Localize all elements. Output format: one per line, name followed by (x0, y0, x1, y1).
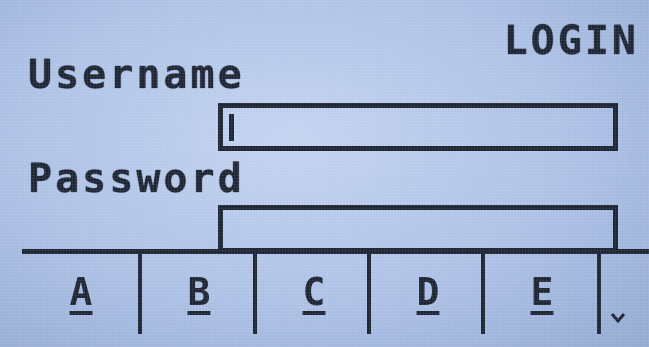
text-cursor (229, 114, 234, 141)
password-label: Password (28, 156, 245, 202)
softkey-label: C (302, 270, 326, 314)
softkey-d[interactable]: D (371, 254, 485, 347)
softkey-a[interactable]: A (24, 254, 138, 347)
page-title: LOGIN (503, 18, 639, 64)
chevron-down-icon[interactable] (610, 312, 626, 324)
password-field[interactable] (218, 205, 618, 253)
softkey-label: B (187, 270, 211, 314)
softkey-b[interactable]: B (142, 254, 256, 347)
username-label: Username (28, 52, 245, 98)
softkey-divider (597, 254, 601, 334)
username-field[interactable] (218, 103, 618, 151)
softkey-label: E (530, 270, 554, 314)
softkey-label: D (416, 270, 440, 314)
softkey-label: A (69, 270, 93, 314)
lcd-screen: LOGIN Username Password A B C D E (0, 0, 649, 347)
softkey-e[interactable]: E (485, 254, 599, 347)
softkey-c[interactable]: C (257, 254, 371, 347)
